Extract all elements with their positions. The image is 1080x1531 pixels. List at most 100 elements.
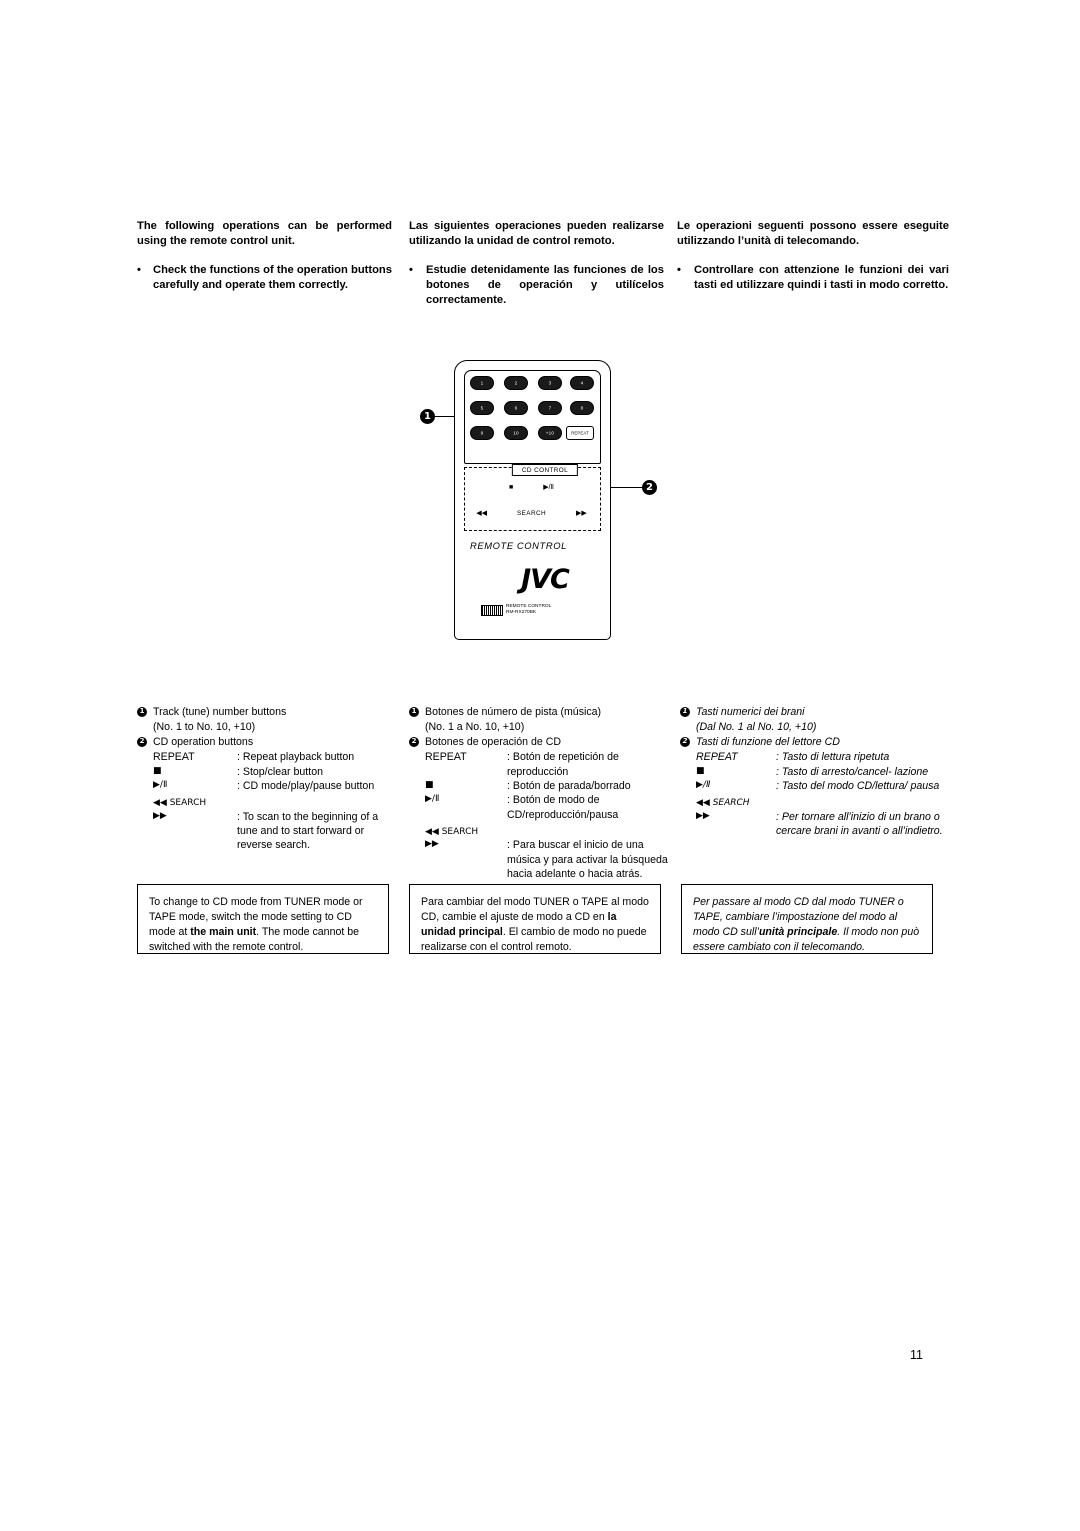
legend-row-search-label: ◀◀ SEARCH [409, 826, 671, 838]
note-italian-bold: unità principale [758, 926, 838, 939]
note-english-bold: the main unit [190, 926, 257, 939]
legend-desc-search: : To scan to the beginning of a tune and… [237, 810, 379, 852]
note-box-italian: Per passare al modo CD dal modo TUNER o … [681, 884, 933, 954]
key-5[interactable]: 5 [470, 401, 494, 415]
intro-column-spanish: Las siguientes operaciones pueden realiz… [409, 219, 664, 307]
key-6[interactable]: 6 [504, 401, 528, 415]
search-back-icon[interactable]: ◀◀ [476, 510, 487, 517]
legend-item-1-title: Botones de número de pista (música) [425, 706, 602, 718]
legend-term-repeat: REPEAT [153, 751, 195, 764]
page-number: 11 [910, 1348, 923, 1362]
legend-row-stop: ■ : Tasto di arresto/cancel- lazione [680, 765, 948, 779]
legend-desc-play: : Tasto del modo CD/lettura/ pausa [776, 780, 940, 793]
legend-item-1-spanish: 1 Botones de número de pista (música) [409, 705, 671, 719]
legend-row-repeat: REPEAT : Repeat playback button [137, 750, 397, 764]
key-2[interactable]: 2 [504, 376, 528, 390]
legend-desc-search-label [237, 797, 397, 809]
key-8[interactable]: 8 [570, 401, 594, 415]
manual-page: The following operations can be performe… [0, 0, 1080, 1531]
legend-item-2-title: CD operation buttons [153, 735, 254, 748]
legend-badge-2: 2 [680, 736, 690, 747]
key-4[interactable]: 4 [570, 376, 594, 390]
key-9[interactable]: 9 [470, 426, 494, 440]
legend-item-1-title: Tasti numerici dei brani [696, 706, 805, 718]
cd-transport-row-2: ◀◀ SEARCH ▶▶ [464, 510, 599, 517]
cd-control-section-outline [464, 467, 601, 531]
cd-transport-row-1: ■ ▶/Ⅱ [464, 484, 599, 491]
legend-desc-play: : Botón de modo de CD/reproducción/pausa [507, 794, 619, 821]
legend-badge-1: 1 [680, 707, 690, 717]
legend-row-repeat: REPEAT : Botón de repetición de reproduc… [409, 750, 671, 779]
legend-row-repeat: REPEAT : Tasto di lettura ripetuta [680, 750, 948, 764]
intro-heading-spanish: Las siguientes operaciones pueden realiz… [409, 220, 664, 247]
numeric-keypad: 1 2 3 4 5 6 7 8 9 10 +10 REPEAT [470, 376, 594, 456]
search-forward-icon[interactable]: ▶▶ [576, 510, 587, 517]
key-3[interactable]: 3 [538, 376, 562, 390]
search-forward-icon: ▶▶ [153, 810, 167, 821]
model-number: RM-RX270BK [506, 610, 537, 616]
key-10[interactable]: 10 [504, 426, 528, 440]
key-plus10[interactable]: +10 [538, 426, 562, 440]
legend-item-2-spanish: 2 Botones de operación de CD [409, 735, 671, 749]
intro-bullet-text-italian: Controllare con attenzione le funzioni d… [694, 263, 949, 291]
key-7[interactable]: 7 [538, 401, 562, 415]
legend-badge-1: 1 [137, 707, 147, 717]
stop-icon: ■ [696, 765, 705, 776]
intro-bullet-spanish: • Estudie detenidamente las funciones de… [409, 263, 664, 308]
stop-icon: ■ [425, 780, 434, 791]
legend-badge-2: 2 [409, 736, 419, 747]
remote-control-caption: REMOTE CONTROL [470, 540, 567, 551]
legend-column-english: 1 Track (tune) number buttons (No. 1 to … [137, 705, 397, 853]
bullet-icon: • [137, 263, 141, 276]
legend-item-1-range: (No. 1 a No. 10, +10) [425, 721, 525, 734]
legend-item-1-title: Track (tune) number buttons [153, 706, 287, 718]
search-forward-icon: ▶▶ [696, 810, 710, 821]
stop-icon: ■ [153, 765, 162, 776]
play-pause-icon[interactable]: ▶/Ⅱ [543, 484, 554, 491]
key-1[interactable]: 1 [470, 376, 494, 390]
legend-desc-stop: : Tasto di arresto/cancel- lazione [776, 765, 929, 778]
legend-row-search: ▶▶ : Para buscar el inicio de una música… [409, 838, 671, 881]
model-plate: REMOTE CONTROL RM-RX270BK [481, 604, 551, 617]
intro-bullet-english: • Check the functions of the operation b… [137, 263, 392, 293]
intro-heading-italian: Le operazioni seguenti possono essere es… [677, 220, 949, 247]
jvc-logo: JVC [521, 564, 570, 595]
legend-row-search: ▶▶ : Per tornare all’inizio di un brano … [680, 810, 948, 839]
note-box-spanish: Para cambiar del modo TUNER o TAPE al mo… [409, 884, 661, 954]
barcode-icon [481, 604, 503, 616]
legend-item-1-range: (Dal No. 1 al No. 10, +10) [696, 721, 817, 734]
search-back-icon-label: ◀◀ SEARCH [153, 798, 207, 809]
search-forward-icon: ▶▶ [425, 839, 439, 850]
legend-column-italian: 1 Tasti numerici dei brani (Dal No. 1 al… [680, 705, 948, 838]
model-text: REMOTE CONTROL RM-RX270BK [506, 604, 551, 617]
search-label: SEARCH [516, 510, 547, 517]
cd-control-label: CD CONTROL [511, 464, 579, 476]
legend-item-2-italian: 2 Tasti di funzione del lettore CD [680, 735, 948, 749]
play-pause-icon: ▶/Ⅱ [696, 780, 711, 791]
legend-row-play: ▶/Ⅱ : Botón de modo de CD/reproducción/p… [409, 793, 671, 822]
search-back-icon-label: ◀◀ SEARCH [696, 798, 750, 809]
callout-marker-2: 2 [642, 480, 657, 495]
play-pause-icon: ▶/Ⅱ [153, 780, 168, 791]
bullet-icon: • [677, 263, 681, 276]
legend-column-spanish: 1 Botones de número de pista (música) (N… [409, 705, 671, 882]
legend-row-search: ▶▶ : To scan to the beginning of a tune … [137, 810, 397, 853]
bullet-icon: • [409, 263, 413, 276]
legend-row-stop: ■ : Botón de parada/borrado [409, 779, 671, 793]
stop-icon[interactable]: ■ [509, 484, 513, 491]
key-repeat[interactable]: REPEAT [566, 426, 594, 440]
legend-desc-repeat: : Tasto di lettura ripetuta [776, 751, 890, 764]
legend-desc-repeat: : Repeat playback button [237, 751, 355, 764]
legend-desc-search-label [507, 826, 671, 838]
legend-term-repeat: REPEAT [696, 751, 738, 764]
legend-desc-search: : Per tornare all’inizio di un brano o c… [776, 810, 943, 838]
legend-item-2-english: 2 CD operation buttons [137, 735, 397, 749]
legend-desc-search: : Para buscar el inicio de una música y … [507, 839, 668, 881]
play-pause-icon: ▶/Ⅱ [425, 794, 440, 805]
legend-desc-repeat: : Botón de repetición de reproducción [507, 751, 619, 778]
intro-heading-english: The following operations can be performe… [137, 220, 392, 247]
legend-row-search-label: ◀◀ SEARCH [137, 797, 397, 809]
intro-bullet-italian: • Controllare con attenzione le funzioni… [677, 263, 949, 293]
legend-row-stop: ■ : Stop/clear button [137, 765, 397, 779]
legend-row-play: ▶/Ⅱ : CD mode/play/pause button [137, 779, 397, 793]
